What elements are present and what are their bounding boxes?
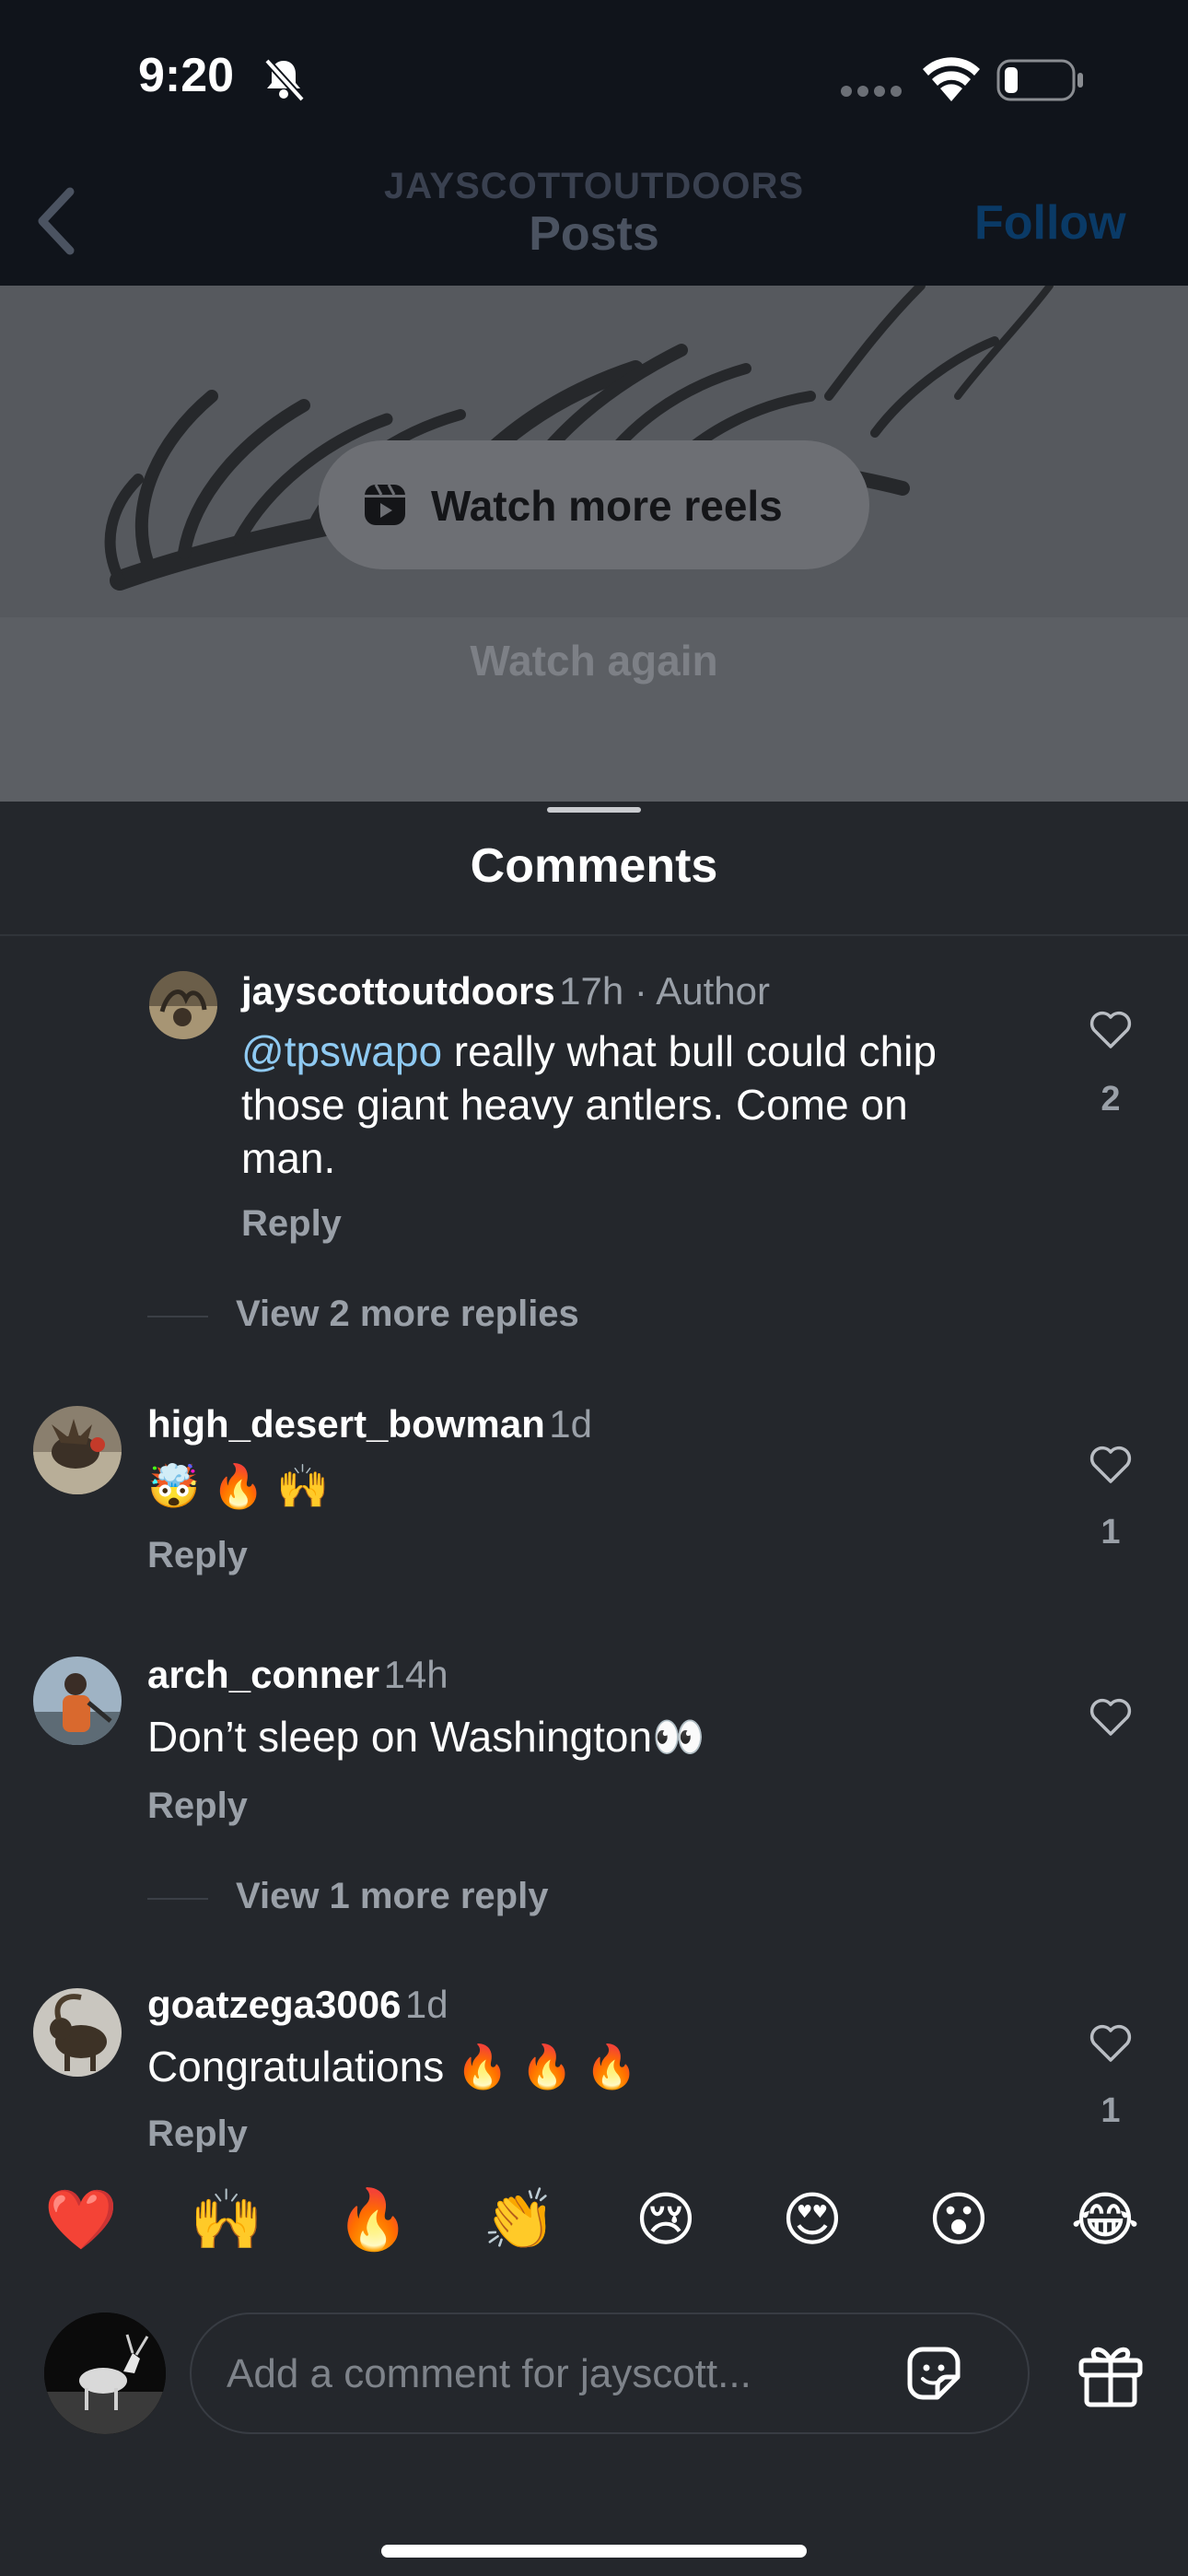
avatar[interactable] xyxy=(33,1406,122,1494)
comment-text: @tpswapo really what bull could chip tho… xyxy=(241,1025,1052,1185)
divider xyxy=(147,1898,208,1900)
reply-button[interactable]: Reply xyxy=(147,2113,248,2152)
sticker-icon[interactable] xyxy=(901,2340,967,2406)
comment-meta: 1d xyxy=(549,1402,592,1446)
bell-muted-icon xyxy=(264,58,305,102)
like-count: 2 xyxy=(1101,1080,1121,1118)
comment-text: Congratulations 🔥 🔥 🔥 xyxy=(147,2043,638,2090)
follow-button[interactable]: Follow xyxy=(974,195,1126,251)
comment-username[interactable]: goatzega3006 xyxy=(147,1983,401,2026)
like-count: 1 xyxy=(1101,1513,1121,1551)
comments-title: Comments xyxy=(470,839,718,893)
divider xyxy=(147,1316,208,1317)
current-user-avatar xyxy=(44,2313,166,2434)
reaction-heart-eyes[interactable]: 😍 xyxy=(766,2187,858,2252)
like-count: 1 xyxy=(1101,2091,1121,2130)
comment-meta: 1d xyxy=(404,1983,448,2026)
comment-header: arch_conner 14h xyxy=(147,1653,448,1697)
reaction-heart[interactable]: ❤️ xyxy=(35,2187,127,2252)
view-more-replies-button[interactable]: View 1 more reply xyxy=(236,1876,548,1917)
reply-button[interactable]: Reply xyxy=(241,1203,342,1245)
battery-icon xyxy=(996,59,1083,101)
comment-meta: 17h · Author xyxy=(559,969,770,1013)
heart-icon[interactable] xyxy=(1089,2023,1133,2064)
comment-header: high_desert_bowman 1d xyxy=(147,1402,592,1446)
home-indicator xyxy=(381,2545,807,2558)
status-time: 9:20 xyxy=(138,49,235,102)
wifi-icon xyxy=(923,57,980,101)
heart-icon[interactable] xyxy=(1089,1445,1133,1485)
reaction-raised-hands[interactable]: 🙌 xyxy=(181,2187,273,2252)
comment-header: jayscottoutdoors 17h · Author xyxy=(241,969,770,1013)
reply-button[interactable]: Reply xyxy=(147,1535,248,1576)
sheet-grabber[interactable] xyxy=(547,807,641,813)
comment-input-placeholder: Add a comment for jayscott... xyxy=(227,2351,751,2396)
view-more-replies-button[interactable]: View 2 more replies xyxy=(236,1294,579,1335)
avatar[interactable] xyxy=(149,971,217,1039)
avatar[interactable] xyxy=(33,1988,122,2077)
watch-more-reels-label: Watch more reels xyxy=(431,482,783,530)
reaction-cry[interactable]: 😢 xyxy=(620,2187,712,2252)
comment-text-line: really what bull could chip xyxy=(442,1027,937,1075)
comment-text-line: those giant heavy antlers. Come on xyxy=(241,1081,908,1129)
mention-link[interactable]: @tpswapo xyxy=(241,1027,442,1075)
comment-input[interactable]: Add a comment for jayscott... xyxy=(190,2313,1030,2434)
gift-icon[interactable] xyxy=(1076,2336,1146,2410)
reels-icon xyxy=(365,484,405,525)
comment-username[interactable]: jayscottoutdoors xyxy=(241,969,555,1013)
comment-text-line: man. xyxy=(241,1134,336,1182)
watch-more-reels-button[interactable]: Watch more reels xyxy=(319,440,869,569)
avatar[interactable] xyxy=(33,1657,122,1745)
watch-again-button[interactable]: Watch again xyxy=(0,636,1188,685)
reaction-wow[interactable]: 😮 xyxy=(913,2187,1005,2252)
heart-icon[interactable] xyxy=(1089,1697,1133,1738)
reply-button[interactable]: Reply xyxy=(147,1786,248,1827)
comment-text: Don’t sleep on Washington👀 xyxy=(147,1713,705,1761)
reaction-laugh[interactable]: 😂 xyxy=(1059,2187,1151,2252)
reactions-bar: ❤️ 🙌 🔥 👏 😢 😍 😮 😂 xyxy=(0,2152,1188,2298)
divider xyxy=(0,934,1188,936)
comment-header: goatzega3006 1d xyxy=(147,1983,448,2027)
heart-icon[interactable] xyxy=(1089,1010,1133,1050)
reaction-fire[interactable]: 🔥 xyxy=(327,2187,419,2252)
comment-meta: 14h xyxy=(383,1653,448,1696)
comment-username[interactable]: arch_conner xyxy=(147,1653,379,1696)
cellular-signal-icon xyxy=(841,86,902,97)
comment-text: 🤯 🔥 🙌 xyxy=(147,1462,330,1510)
reaction-clap[interactable]: 👏 xyxy=(473,2187,565,2252)
comment-username[interactable]: high_desert_bowman xyxy=(147,1402,545,1446)
